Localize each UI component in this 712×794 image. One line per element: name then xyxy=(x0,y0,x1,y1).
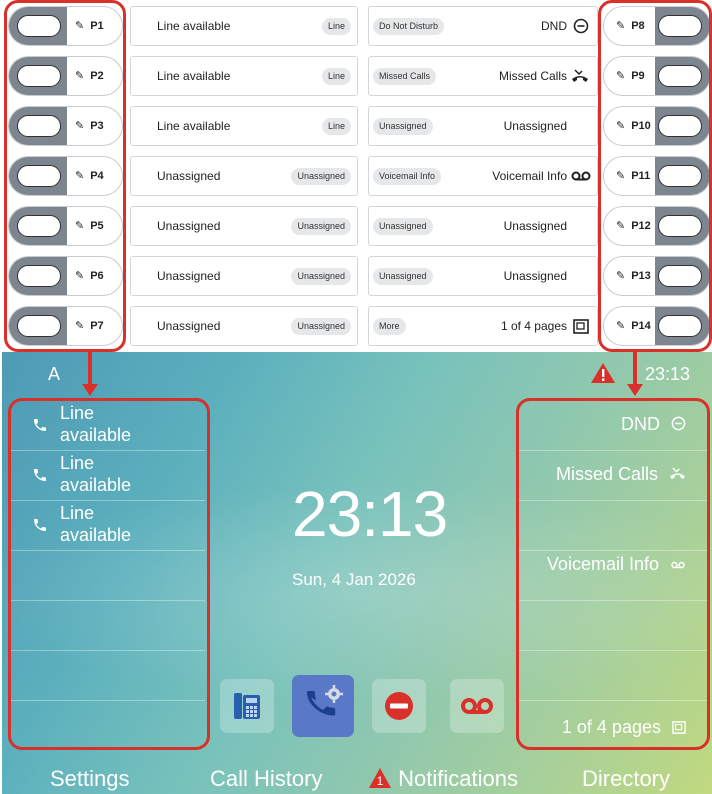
connector-arrows xyxy=(82,352,643,396)
